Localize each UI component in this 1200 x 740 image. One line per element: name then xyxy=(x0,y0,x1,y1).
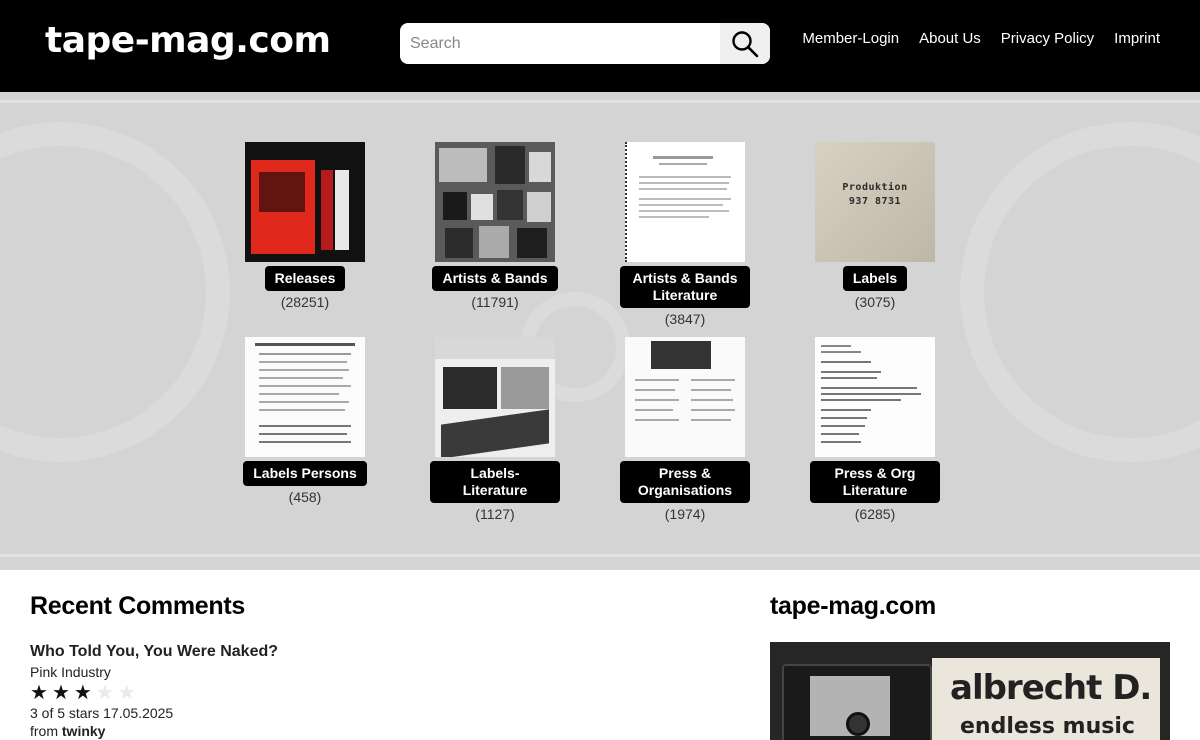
category-count: (6285) xyxy=(854,506,896,522)
background-band-top xyxy=(0,100,1200,103)
category-labels[interactable]: Produktion 937 8731 Labels (3075) xyxy=(810,142,940,310)
category-count: (3847) xyxy=(664,311,706,327)
recent-comments-heading: Recent Comments xyxy=(30,592,245,620)
star-filled-icon: ★ xyxy=(30,682,48,704)
top-nav: Member-Login About Us Privacy Policy Imp… xyxy=(802,30,1160,47)
star-empty-icon: ★ xyxy=(117,682,136,704)
cassette-reel-icon xyxy=(846,712,870,736)
category-label[interactable]: Artists & Bands Literature xyxy=(620,266,750,308)
comment-author-line: from twinky xyxy=(30,723,530,739)
search-input[interactable] xyxy=(400,23,720,64)
category-label[interactable]: Artists & Bands xyxy=(432,266,558,291)
category-count: (1127) xyxy=(475,506,515,522)
promo-sub: endless music xyxy=(960,714,1135,739)
category-label[interactable]: Labels xyxy=(842,266,908,291)
labels-persons-thumbnail[interactable] xyxy=(245,337,365,457)
promo-image[interactable]: albrecht D. endless music xyxy=(770,642,1170,740)
category-label[interactable]: Releases xyxy=(264,266,346,291)
category-count: (458) xyxy=(288,489,322,505)
comment-item: Who Told You, You Were Naked? Pink Indus… xyxy=(30,643,530,739)
category-artists-bands[interactable]: Artists & Bands (11791) xyxy=(430,142,560,310)
promo-heading: tape-mag.com xyxy=(770,592,936,620)
category-labels-persons[interactable]: Labels Persons (458) xyxy=(240,337,370,505)
releases-thumbnail[interactable] xyxy=(245,142,365,262)
category-count: (28251) xyxy=(280,294,330,310)
category-count: (3075) xyxy=(854,294,896,310)
press-org-literature-thumbnail[interactable] xyxy=(815,337,935,457)
category-hero: Releases (28251) Artists & Bands (11791) xyxy=(0,92,1200,570)
category-label[interactable]: Press & Organisations xyxy=(620,461,750,503)
search-button[interactable] xyxy=(720,23,770,64)
category-label[interactable]: Labels-Literature xyxy=(430,461,560,503)
press-organisations-thumbnail[interactable] xyxy=(625,337,745,457)
category-label[interactable]: Labels Persons xyxy=(243,461,367,486)
search-icon xyxy=(732,30,759,57)
comment-from-prefix: from xyxy=(30,723,58,739)
category-label[interactable]: Press & Org Literature xyxy=(810,461,940,503)
category-press-organisations[interactable]: Press & Organisations (1974) xyxy=(620,337,750,522)
labels-card-text-2: 937 8731 xyxy=(848,196,902,207)
nav-about-us[interactable]: About Us xyxy=(919,30,981,47)
nav-member-login[interactable]: Member-Login xyxy=(802,30,899,47)
category-press-org-literature[interactable]: Press & Org Literature (6285) xyxy=(810,337,940,522)
comment-author[interactable]: twinky xyxy=(62,723,106,739)
nav-imprint[interactable]: Imprint xyxy=(1114,30,1160,47)
category-count: (11791) xyxy=(471,294,519,310)
labels-thumbnail[interactable]: Produktion 937 8731 xyxy=(815,142,935,262)
star-empty-icon: ★ xyxy=(95,682,114,704)
background-reel-right xyxy=(960,122,1200,462)
labels-literature-thumbnail[interactable] xyxy=(435,337,555,457)
category-artists-bands-literature[interactable]: Artists & Bands Literature (3847) xyxy=(620,142,750,327)
promo-brand: albrecht D. xyxy=(950,668,1152,708)
artists-bands-literature-thumbnail[interactable] xyxy=(625,142,745,262)
artists-bands-thumbnail[interactable] xyxy=(435,142,555,262)
background-reel-left xyxy=(0,122,230,462)
labels-card-text-1: Produktion xyxy=(842,182,908,193)
background-band-bottom xyxy=(0,554,1200,557)
search-box xyxy=(400,23,770,64)
category-releases[interactable]: Releases (28251) xyxy=(240,142,370,310)
star-filled-icon: ★ xyxy=(73,682,92,704)
comment-artist[interactable]: Pink Industry xyxy=(30,664,530,680)
comment-release-title[interactable]: Who Told You, You Were Naked? xyxy=(30,643,530,661)
star-rating: ★ ★ ★ ★ ★ xyxy=(30,683,530,703)
site-header: tape-mag.com Member-Login About Us Priva… xyxy=(0,0,1200,92)
category-count: (1974) xyxy=(664,506,706,522)
category-labels-literature[interactable]: Labels-Literature (1127) xyxy=(430,337,560,522)
star-filled-icon: ★ xyxy=(51,682,70,704)
nav-privacy-policy[interactable]: Privacy Policy xyxy=(1001,30,1094,47)
site-logo[interactable]: tape-mag.com xyxy=(45,20,331,61)
comment-rating-date: 3 of 5 stars 17.05.2025 xyxy=(30,705,174,721)
